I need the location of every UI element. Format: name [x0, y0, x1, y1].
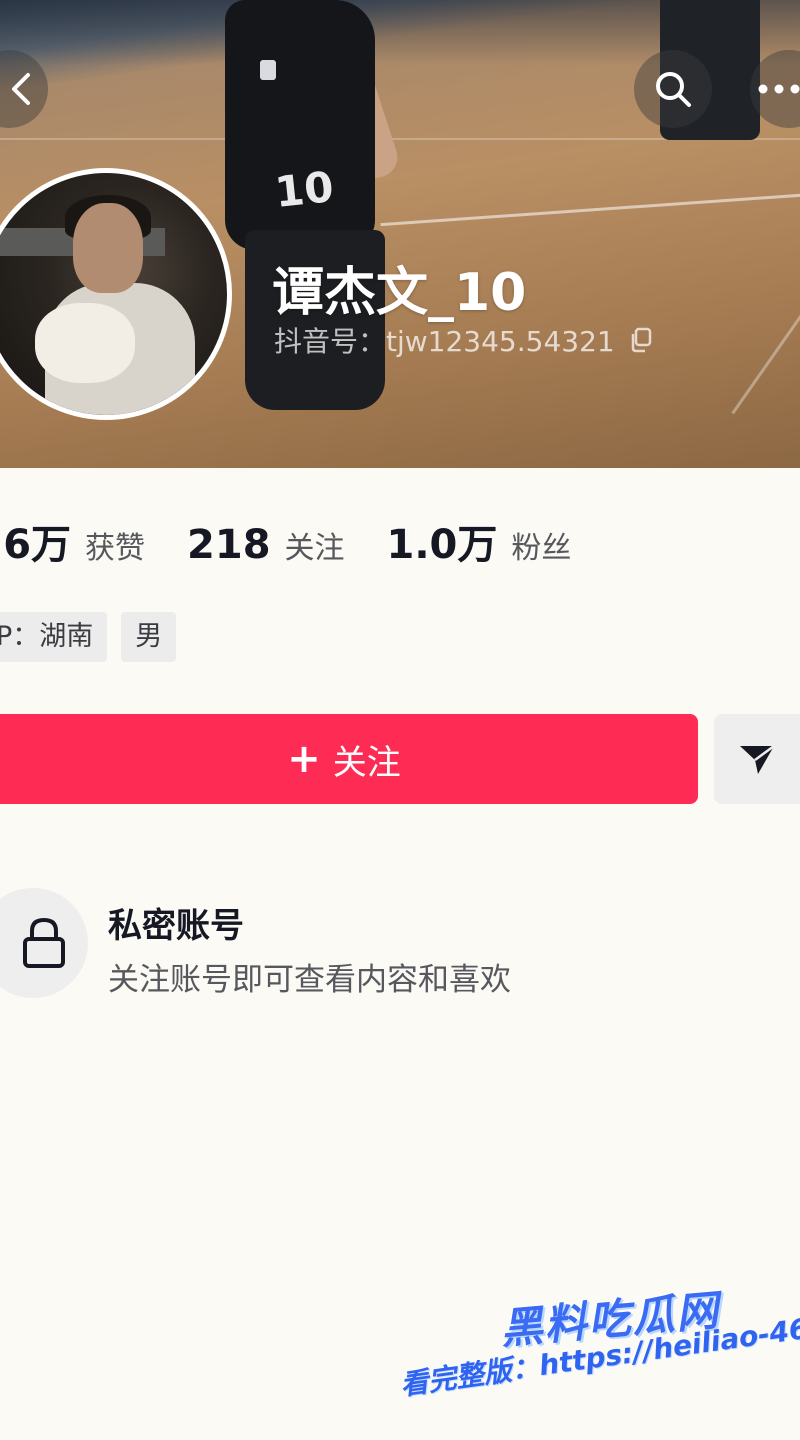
private-account-title: 私密账号	[108, 906, 244, 946]
stat-likes-label: 获赞	[85, 531, 146, 566]
court-line	[380, 186, 800, 227]
share-arrow-icon	[740, 744, 775, 774]
share-button[interactable]	[714, 714, 800, 804]
stat-likes[interactable]: .6万 获赞	[0, 512, 145, 570]
cover-player-figure: 10	[205, 0, 403, 440]
court-line	[731, 248, 800, 415]
stat-following[interactable]: 218 关注	[187, 522, 345, 568]
stat-followers-label: 粉丝	[511, 531, 572, 566]
stat-followers-value: 1.0万	[386, 522, 498, 568]
profile-tags: P：湖南 男	[0, 612, 177, 662]
back-chevron-icon	[12, 73, 30, 105]
follow-button[interactable]: + 关注	[0, 714, 698, 804]
more-dots-icon	[758, 84, 800, 94]
profile-stats: .6万 获赞 218 关注 1.0万 粉丝	[0, 512, 613, 570]
search-button[interactable]	[634, 50, 712, 128]
search-icon	[656, 72, 691, 107]
stat-followers[interactable]: 1.0万 粉丝	[387, 512, 572, 570]
avatar[interactable]	[0, 168, 232, 420]
private-account-subtitle: 关注账号即可查看内容和喜欢	[108, 962, 511, 998]
stat-following-value: 218	[187, 522, 271, 568]
follow-label: 关注	[332, 742, 401, 783]
tag-ip-location: P：湖南	[0, 612, 108, 662]
douyin-id[interactable]: 抖音号：tjw12345.54321	[274, 320, 653, 360]
profile-cover: 10 谭杰文_10 抖音号：tjw12345.54321	[0, 0, 800, 468]
profile-name: 谭杰文_10	[272, 263, 527, 323]
stat-likes-value: .6万	[0, 522, 72, 568]
back-button[interactable]	[0, 50, 48, 128]
plus-icon: +	[287, 736, 321, 782]
lock-badge	[0, 888, 88, 998]
tag-gender: 男	[121, 612, 177, 662]
copy-icon[interactable]	[629, 327, 653, 353]
douyin-id-text: 抖音号：tjw12345.54321	[274, 325, 615, 358]
stat-following-label: 关注	[284, 531, 345, 566]
lock-icon	[23, 917, 65, 968]
